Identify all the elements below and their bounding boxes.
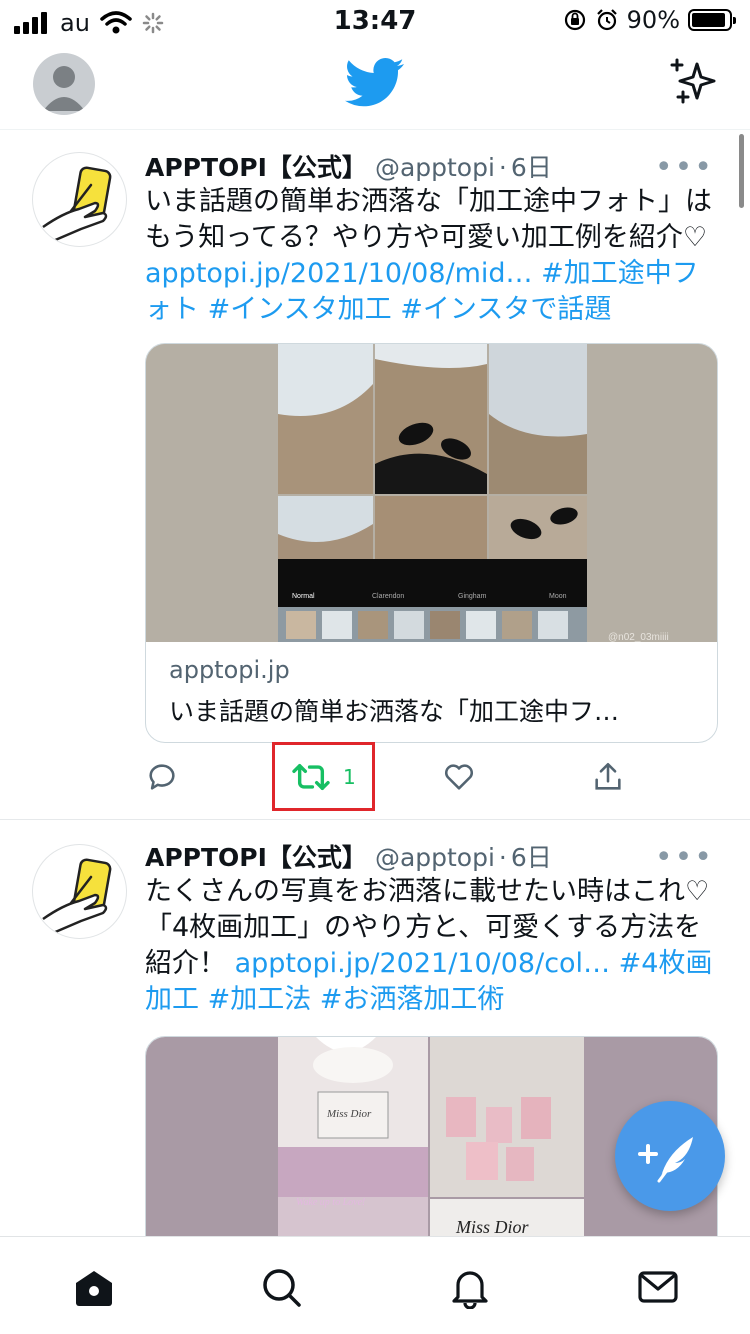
tweet-link[interactable]: apptopi.jp/2021/10/08/col… (235, 948, 610, 979)
notifications-icon[interactable] (448, 1265, 492, 1309)
compose-tweet-button[interactable] (615, 1101, 725, 1211)
tweet-text: たくさんの写真をお洒落に載せたい時はこれ♡「4枚画加工」のやり方と、可愛くする方… (145, 874, 718, 1018)
like-button[interactable] (442, 754, 476, 800)
image-watermark: @n02_03miiii (608, 632, 669, 642)
reply-icon (149, 764, 175, 790)
filter-clarendon: Clarendon (372, 593, 404, 600)
card-script-text-2: Miss Dior (455, 1217, 530, 1236)
battery-icon (688, 9, 736, 31)
heart-icon (444, 764, 474, 790)
compose-feather-icon (638, 1137, 693, 1183)
author-name[interactable]: APPTOPI【公式】 (145, 843, 367, 872)
twitter-bird-icon[interactable] (345, 58, 405, 108)
alarm-icon (596, 9, 617, 31)
card-domain: apptopi.jp (169, 656, 290, 684)
author-handle: @apptopi (374, 843, 495, 872)
more-options-icon[interactable]: ••• (655, 838, 714, 878)
filter-moon: Moon (549, 593, 567, 600)
timeline-header (0, 40, 750, 130)
share-button[interactable] (591, 754, 625, 800)
filter-normal: Normal (292, 593, 315, 600)
card-image: Normal Clarendon Gingham Moon @n02_03mii… (146, 344, 717, 642)
home-icon[interactable] (72, 1265, 116, 1309)
reply-button[interactable] (145, 754, 179, 800)
tweet-link[interactable]: apptopi.jp/2021/10/08/mid… (145, 258, 533, 289)
battery-percent: 90% (626, 6, 680, 34)
bottom-tab-bar (0, 1236, 750, 1334)
card-script-text-1: Miss Dior (326, 1108, 372, 1120)
separator: · (498, 843, 507, 872)
orientation-lock-icon (564, 9, 585, 31)
author-avatar[interactable] (32, 152, 127, 247)
status-bar: au 13:47 90% (0, 0, 750, 40)
tweet-age: 6日 (510, 153, 552, 182)
link-card[interactable]: Normal Clarendon Gingham Moon @n02_03mii… (145, 343, 718, 743)
separator: · (498, 153, 507, 182)
author-name[interactable]: APPTOPI【公式】 (145, 153, 367, 182)
search-icon[interactable] (259, 1265, 303, 1309)
more-options-icon[interactable]: ••• (655, 148, 714, 188)
author-handle: @apptopi (374, 153, 495, 182)
messages-icon[interactable] (636, 1265, 680, 1309)
share-icon (595, 762, 621, 790)
author-avatar[interactable] (32, 844, 127, 939)
tweet[interactable]: APPTOPI【公式】 @apptopi · 6日 ••• いま話題の簡単お洒落な「加… (0, 132, 750, 820)
card-script-text-3: Wake up to Love! (296, 1197, 365, 1208)
sparkle-icon[interactable] (664, 56, 720, 112)
tweet-actions: 1 (145, 754, 645, 800)
card-title: いま話題の簡単お洒落な「加工途中フ… (169, 697, 620, 726)
tweet-age: 6日 (510, 843, 552, 872)
profile-avatar-icon[interactable] (33, 53, 95, 115)
tweet-text: いま話題の簡単お洒落な「加工途中フォト」はもう知ってる？やり方や可愛い加工例を紹… (145, 184, 718, 328)
filter-gingham: Gingham (458, 593, 487, 600)
retweet-highlight-box (272, 742, 375, 811)
tweet-body: いま話題の簡単お洒落な「加工途中フォト」はもう知ってる？やり方や可愛い加工例を紹… (145, 186, 712, 253)
